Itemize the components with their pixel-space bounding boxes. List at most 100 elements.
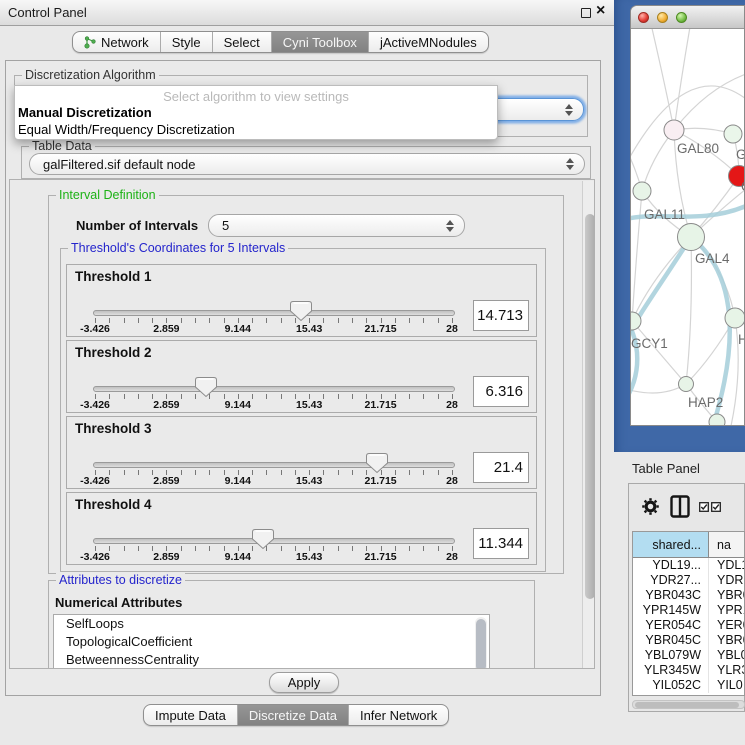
- interval-definition-group: Interval Definition Number of Intervals …: [48, 195, 564, 574]
- threshold-value-field[interactable]: 21.4: [473, 452, 529, 483]
- threshold-slider-thumb[interactable]: [365, 452, 389, 474]
- list-scrollbar[interactable]: [475, 617, 487, 669]
- table-row[interactable]: YDR27...YDR2: [633, 573, 744, 588]
- zoom-traffic-light-icon[interactable]: [676, 12, 687, 23]
- cell-shared-name[interactable]: YDR27...: [633, 573, 709, 588]
- network-node[interactable]: [709, 414, 725, 426]
- combo-stepper-icon: [566, 158, 574, 170]
- table-horizontal-scrollbar[interactable]: [632, 700, 745, 709]
- algorithm-placeholder: Select algorithm to view settings: [15, 86, 497, 104]
- table-row[interactable]: YDL19...YDL1: [633, 558, 744, 573]
- algorithm-option-manual[interactable]: Manual Discretization: [15, 104, 497, 121]
- cell-name[interactable]: YBR0: [709, 633, 744, 648]
- algorithm-option-equal-width[interactable]: Equal Width/Frequency Discretization: [15, 121, 497, 138]
- network-node[interactable]: [664, 120, 684, 140]
- tab-label: Style: [172, 35, 201, 50]
- table-panel-title: Table Panel: [632, 461, 700, 476]
- slider-tick: [281, 470, 282, 475]
- slider-tick-label: 15.43: [284, 551, 334, 563]
- threshold-slider-track[interactable]: [93, 310, 455, 316]
- tab-cyni-toolbox[interactable]: Cyni Toolbox: [271, 32, 368, 52]
- cell-name[interactable]: YDR2: [709, 573, 744, 588]
- threshold-slider-thumb[interactable]: [251, 528, 275, 550]
- cell-name[interactable]: YER0: [709, 618, 744, 633]
- close-traffic-light-icon[interactable]: [638, 12, 649, 23]
- network-edge: [632, 191, 642, 321]
- gear-icon[interactable]: [641, 497, 660, 516]
- panel-scrollbar-thumb[interactable]: [585, 214, 595, 599]
- numerical-attributes-list[interactable]: SelfLoopsTopologicalCoefficientBetweenne…: [53, 614, 490, 669]
- cell-shared-name[interactable]: YIL052C: [633, 678, 709, 693]
- list-scrollbar-thumb[interactable]: [476, 619, 486, 669]
- cell-name[interactable]: YLR3: [709, 663, 744, 678]
- table-row[interactable]: YBL079WYBL0: [633, 648, 744, 663]
- threshold-slider-track[interactable]: [93, 386, 455, 392]
- network-node-label: GAL4: [695, 251, 730, 266]
- attribute-item[interactable]: TopologicalCoefficient: [54, 633, 489, 651]
- table-data-combobox[interactable]: galFiltered.sif default node: [29, 153, 585, 175]
- tab-infer-network[interactable]: Infer Network: [348, 705, 448, 725]
- network-node[interactable]: [679, 377, 694, 392]
- cell-name[interactable]: YBL0: [709, 648, 744, 663]
- attribute-item[interactable]: SelfLoops: [54, 615, 489, 633]
- network-canvas[interactable]: GAL80GACGAL11GAL4HGCY1HAP2: [631, 29, 745, 426]
- cell-shared-name[interactable]: YBR045C: [633, 633, 709, 648]
- network-node-label: C: [741, 179, 745, 194]
- cell-shared-name[interactable]: YPR145W: [633, 603, 709, 618]
- checkbox-icon[interactable]: [699, 502, 709, 512]
- network-node[interactable]: [678, 224, 705, 251]
- panel-scrollbar[interactable]: [582, 181, 595, 668]
- threshold-value-field[interactable]: 14.713: [473, 300, 529, 331]
- tab-impute-data[interactable]: Impute Data: [144, 705, 237, 725]
- table-row[interactable]: YIL052CYIL0: [633, 678, 744, 693]
- table-horizontal-scrollbar-thumb[interactable]: [635, 702, 739, 708]
- cell-shared-name[interactable]: YBL079W: [633, 648, 709, 663]
- threshold-value-field[interactable]: 11.344: [473, 528, 529, 559]
- cell-shared-name[interactable]: YER054C: [633, 618, 709, 633]
- network-node-label: GAL11: [644, 207, 685, 222]
- network-node-label: GAL80: [677, 141, 719, 156]
- float-window-icon[interactable]: [581, 8, 591, 18]
- slider-tick-label: -3.426: [70, 399, 120, 411]
- network-node[interactable]: [724, 125, 742, 143]
- tab-discretize-data[interactable]: Discretize Data: [237, 705, 348, 725]
- slider-tick: [124, 546, 125, 551]
- table-row[interactable]: YER054CYER0: [633, 618, 744, 633]
- table-row[interactable]: YPR145WYPR1: [633, 603, 744, 618]
- threshold-value-field[interactable]: 6.316: [473, 376, 529, 407]
- number-of-intervals-combobox[interactable]: 5: [208, 214, 465, 237]
- table-row[interactable]: YBR043CYBR0: [633, 588, 744, 603]
- slider-tick: [423, 546, 424, 551]
- network-window-titlebar: [631, 6, 744, 29]
- tab-style[interactable]: Style: [160, 32, 212, 52]
- cell-name[interactable]: YIL0: [709, 678, 744, 693]
- network-node[interactable]: [633, 182, 651, 200]
- tab-label: Network: [101, 35, 149, 50]
- threshold-slider-thumb[interactable]: [194, 376, 218, 398]
- cell-shared-name[interactable]: YBR043C: [633, 588, 709, 603]
- table-row[interactable]: YLR345WYLR3: [633, 663, 744, 678]
- network-node[interactable]: [725, 308, 745, 328]
- apply-button[interactable]: Apply: [269, 672, 339, 693]
- minimize-traffic-light-icon[interactable]: [657, 12, 668, 23]
- slider-tick: [266, 394, 267, 399]
- node-table-rows: YDL19...YDL1YDR27...YDR2YBR043CYBR0YPR14…: [633, 558, 744, 693]
- column-header-name[interactable]: na: [709, 532, 744, 557]
- threshold-slider-track[interactable]: [93, 462, 455, 468]
- attribute-item[interactable]: BetweennessCentrality: [54, 651, 489, 669]
- tab-select[interactable]: Select: [212, 32, 271, 52]
- slider-tick: [338, 470, 339, 475]
- cell-shared-name[interactable]: YLR345W: [633, 663, 709, 678]
- tab-jactivemnodules[interactable]: jActiveMNodules: [368, 32, 488, 52]
- columns-icon[interactable]: [670, 495, 690, 518]
- cell-name[interactable]: YDL1: [709, 558, 744, 573]
- column-header-shared-name[interactable]: shared...: [633, 532, 709, 557]
- checkbox-icon[interactable]: [711, 502, 721, 512]
- table-row[interactable]: YBR045CYBR0: [633, 633, 744, 648]
- close-icon[interactable]: ×: [596, 2, 605, 20]
- cell-name[interactable]: YPR1: [709, 603, 744, 618]
- cell-shared-name[interactable]: YDL19...: [633, 558, 709, 573]
- slider-tick-label: 9.144: [213, 551, 263, 563]
- cell-name[interactable]: YBR0: [709, 588, 744, 603]
- tab-network[interactable]: Network: [73, 32, 160, 52]
